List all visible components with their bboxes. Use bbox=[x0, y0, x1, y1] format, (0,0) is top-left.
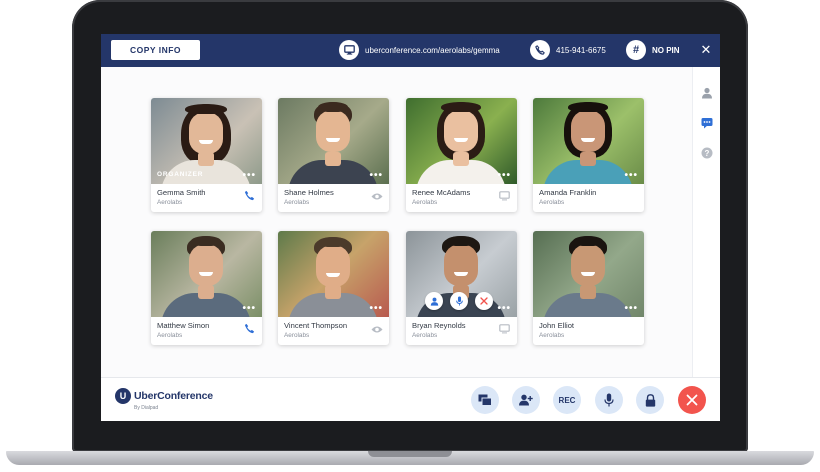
participant-company: Aerolabs bbox=[157, 332, 183, 339]
screen-share-icon bbox=[478, 394, 492, 406]
more-options-icon[interactable]: ••• bbox=[624, 304, 638, 314]
phone-icon bbox=[530, 40, 550, 60]
participant-company: Aerolabs bbox=[412, 332, 438, 339]
participant-photo: ••• bbox=[533, 231, 644, 317]
participant-name: Amanda Franklin bbox=[539, 188, 597, 197]
conference-header: COPY INFO uberconference.com/aerolabs/ge… bbox=[101, 34, 720, 67]
participant-name: John Elliot bbox=[539, 321, 575, 330]
screen-icon bbox=[499, 321, 511, 334]
brand-subtitle: By Dialpad bbox=[134, 405, 159, 411]
brand-name: UberConference bbox=[134, 390, 213, 402]
participant-card[interactable]: ••• Shane Holmes Aerolabs bbox=[278, 98, 389, 212]
add-user-icon bbox=[519, 394, 533, 406]
help-icon[interactable]: ? bbox=[701, 146, 713, 159]
more-options-icon[interactable]: ••• bbox=[624, 171, 638, 181]
participant-photo: ••• bbox=[533, 98, 644, 184]
participant-photo: ORGANIZER ••• bbox=[151, 98, 262, 184]
participant-name: Bryan Reynolds bbox=[412, 321, 466, 330]
user-icon bbox=[430, 297, 438, 306]
participant-company: Aerolabs bbox=[284, 332, 310, 339]
conference-url[interactable]: uberconference.com/aerolabs/gemma bbox=[339, 40, 500, 60]
microphone-icon bbox=[604, 393, 614, 407]
participant-company: Aerolabs bbox=[157, 199, 183, 206]
close-icon bbox=[686, 394, 698, 406]
participant-card[interactable]: ••• Vincent Thompson Aerolabs bbox=[278, 231, 389, 345]
participant-card[interactable]: ••• John Elliot Aerolabs bbox=[533, 231, 644, 345]
participant-actions bbox=[425, 292, 493, 310]
participant-name: Renee McAdams bbox=[412, 188, 471, 197]
close-icon[interactable]: ✕ bbox=[697, 41, 715, 59]
participant-card[interactable]: ••• Renee McAdams Aerolabs bbox=[406, 98, 517, 212]
svg-text:?: ? bbox=[705, 149, 710, 158]
laptop-notch bbox=[368, 451, 452, 457]
participant-grid: ORGANIZER ••• Gemma Smith Aerolabs ••• Shane … bbox=[101, 67, 692, 377]
lock-conference-button[interactable] bbox=[636, 386, 664, 414]
participant-company: Aerolabs bbox=[539, 199, 565, 206]
participant-photo: ••• bbox=[278, 98, 389, 184]
phone-icon bbox=[244, 321, 256, 334]
participant-name: Vincent Thompson bbox=[284, 321, 348, 330]
microphone-icon bbox=[455, 296, 463, 306]
view-profile-button[interactable] bbox=[425, 292, 443, 310]
remove-participant-button[interactable] bbox=[475, 292, 493, 310]
monitor-icon bbox=[339, 40, 359, 60]
participant-company: Aerolabs bbox=[539, 332, 565, 339]
participant-card[interactable]: ••• Matthew Simon Aerolabs bbox=[151, 231, 262, 345]
mute-button[interactable] bbox=[595, 386, 623, 414]
more-options-icon[interactable]: ••• bbox=[242, 304, 256, 314]
side-rail: ? bbox=[692, 67, 720, 377]
participant-company: Aerolabs bbox=[284, 199, 310, 206]
participant-photo: ••• bbox=[278, 231, 389, 317]
more-options-icon[interactable]: ••• bbox=[242, 171, 256, 181]
participants-icon[interactable] bbox=[701, 86, 713, 99]
participant-card[interactable]: ORGANIZER ••• Gemma Smith Aerolabs bbox=[151, 98, 262, 212]
uberconference-logo-icon: U bbox=[115, 388, 131, 404]
participant-photo: ••• bbox=[406, 231, 517, 317]
dial-in-number[interactable]: 415-941-6675 bbox=[530, 40, 606, 60]
app-window: COPY INFO uberconference.com/aerolabs/ge… bbox=[101, 34, 720, 421]
participant-name: Matthew Simon bbox=[157, 321, 210, 330]
phone-number-text: 415-941-6675 bbox=[556, 45, 606, 55]
brand-logo: U UberConference bbox=[115, 388, 213, 404]
more-options-icon[interactable]: ••• bbox=[497, 171, 511, 181]
pin-text: NO PIN bbox=[652, 45, 680, 55]
participant-photo: ••• bbox=[406, 98, 517, 184]
hash-icon: # bbox=[626, 40, 646, 60]
pin-info: # NO PIN bbox=[626, 40, 680, 60]
participant-name: Gemma Smith bbox=[157, 188, 206, 197]
chat-icon[interactable] bbox=[701, 116, 713, 129]
participant-card[interactable]: ••• Bryan Reynolds Aerolabs bbox=[406, 231, 517, 345]
screen-icon bbox=[499, 188, 511, 201]
record-button[interactable]: REC bbox=[553, 386, 581, 414]
add-participant-button[interactable] bbox=[512, 386, 540, 414]
eye-icon bbox=[371, 321, 383, 333]
end-call-button[interactable] bbox=[678, 386, 706, 414]
mute-participant-button[interactable] bbox=[450, 292, 468, 310]
phone-icon bbox=[244, 188, 256, 201]
participant-company: Aerolabs bbox=[412, 199, 438, 206]
eye-icon bbox=[371, 188, 383, 200]
call-controls-bar: U UberConference By Dialpad REC bbox=[101, 377, 720, 421]
participant-name: Shane Holmes bbox=[284, 188, 334, 197]
laptop-base bbox=[6, 451, 814, 465]
lock-icon bbox=[645, 393, 655, 407]
conference-url-text: uberconference.com/aerolabs/gemma bbox=[365, 45, 500, 55]
more-options-icon[interactable]: ••• bbox=[369, 304, 383, 314]
more-options-icon[interactable]: ••• bbox=[369, 171, 383, 181]
organizer-tag: ORGANIZER bbox=[157, 171, 204, 178]
screen-share-button[interactable] bbox=[471, 386, 499, 414]
participant-card[interactable]: ••• Amanda Franklin Aerolabs bbox=[533, 98, 644, 212]
copy-info-button[interactable]: COPY INFO bbox=[111, 40, 200, 60]
more-options-icon[interactable]: ••• bbox=[497, 304, 511, 314]
participant-photo: ••• bbox=[151, 231, 262, 317]
close-icon bbox=[480, 297, 488, 305]
